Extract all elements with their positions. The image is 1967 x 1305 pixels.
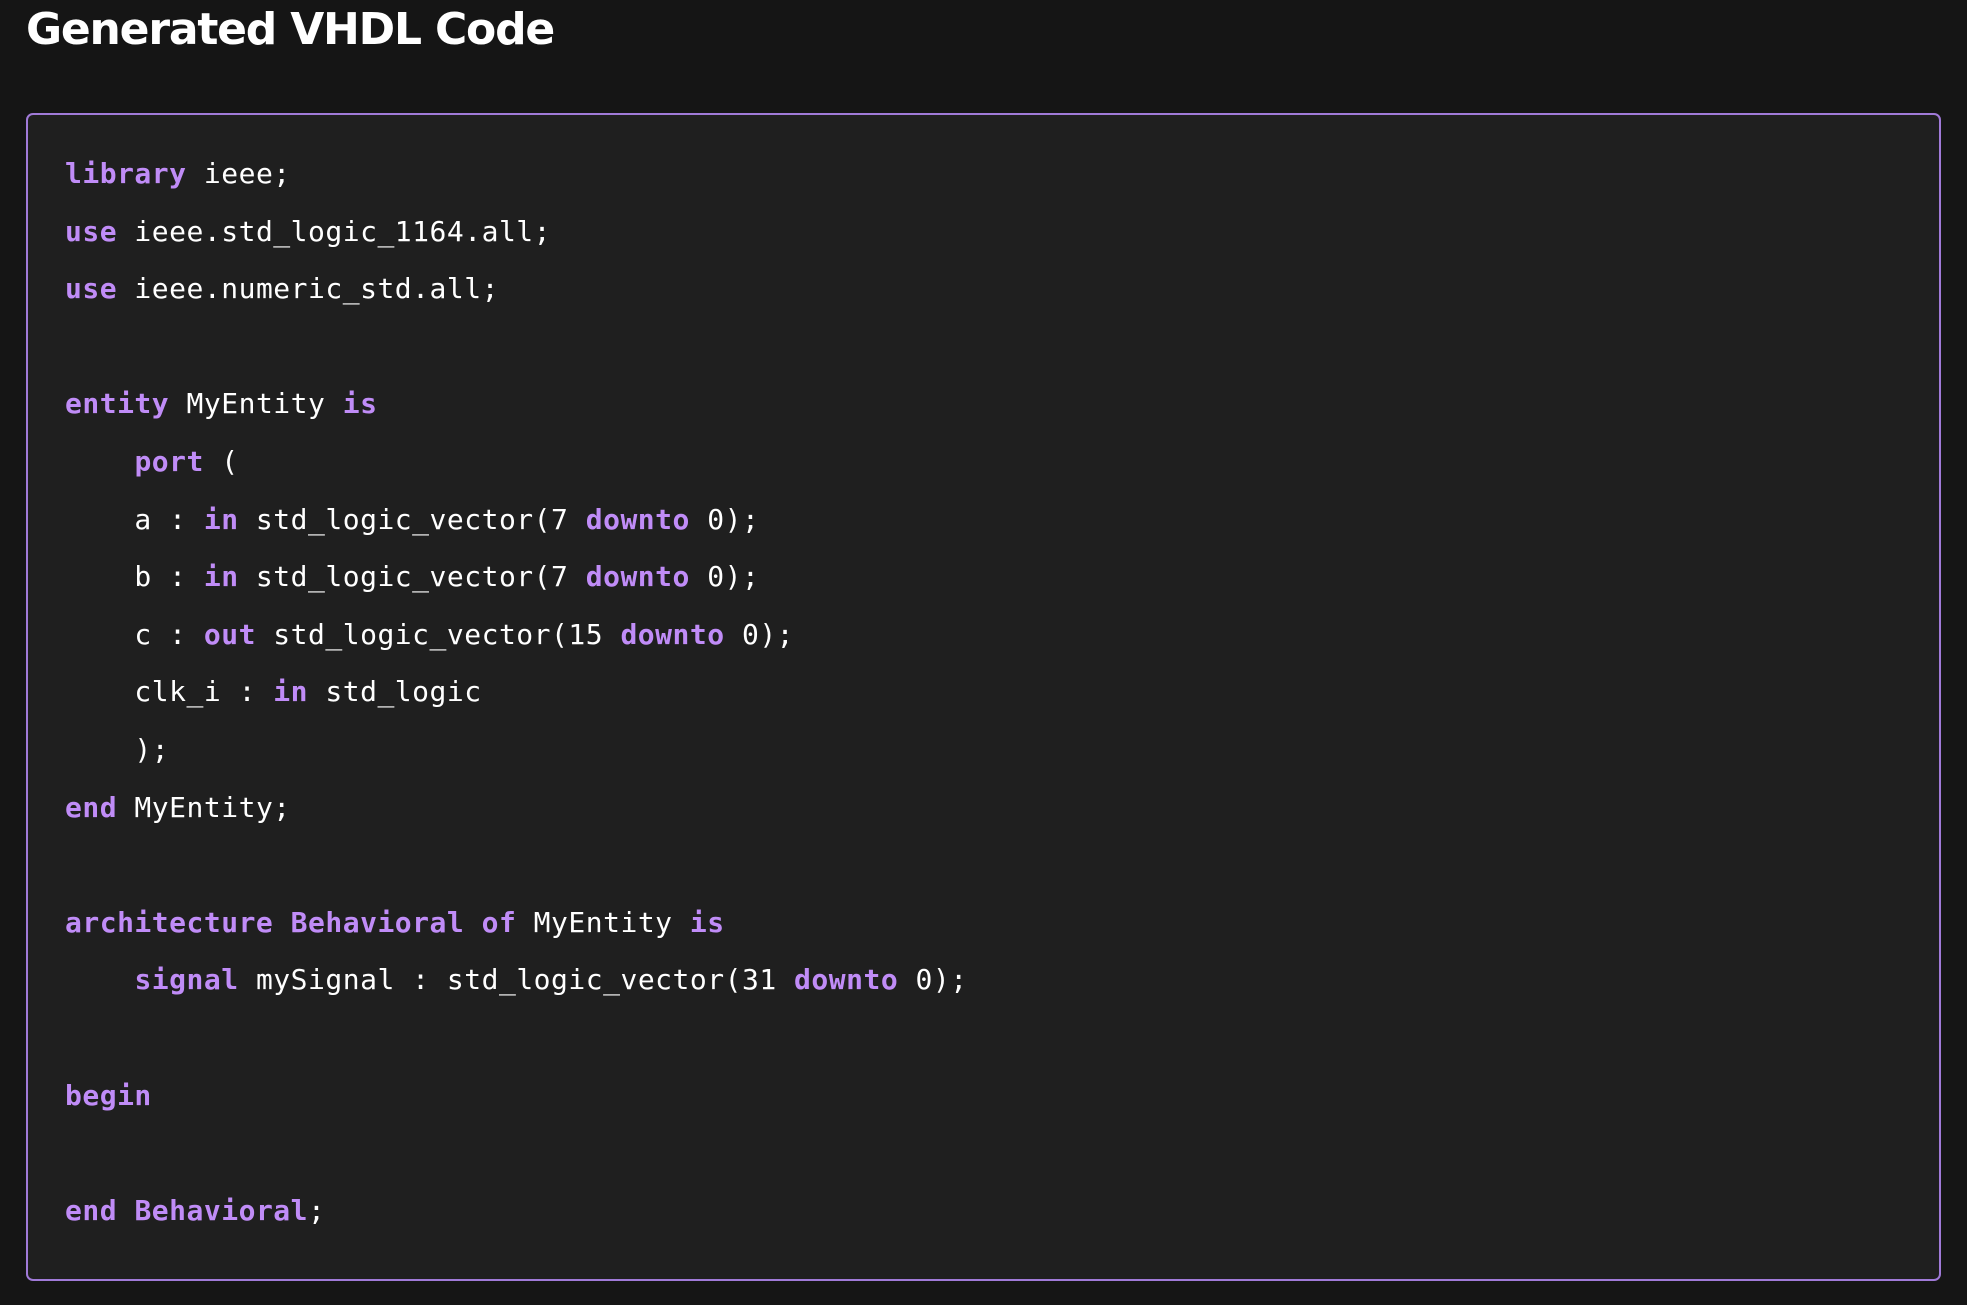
code-keyword: signal [134,963,239,997]
code-keyword: library [65,157,187,190]
code-text: std_logic_vector(7 [238,560,586,594]
code-line: library ieee; [65,145,968,203]
code-text: ( [203,444,239,478]
code-lines: library ieee; use ieee.std_logic_1164.all… [65,145,968,1239]
code-keyword: downto [585,502,690,536]
code-text: clk_i : [65,675,274,709]
code-text: ieee; [186,157,291,190]
code-keyword: entity [65,387,170,421]
code-keyword: port [134,444,204,478]
code-text: MyEntity [516,905,690,939]
code-text: mySignal : std_logic_vector(31 [238,963,795,997]
code-line: end Behavioral; [65,1182,968,1240]
code-keyword: architecture [65,905,274,939]
code-keyword: use [65,214,118,248]
code-keyword: downto [585,560,690,594]
code-text: 0); [689,560,760,594]
code-text: ); [65,732,170,766]
code-keyword: of [481,905,517,939]
code-keyword: is [689,905,725,939]
code-line: architecture Behavioral of MyEntity is [65,894,968,952]
code-keyword: begin [65,1078,152,1112]
code-keyword: in [203,502,239,536]
code-line: end MyEntity; [65,779,968,837]
code-line: clk_i : in std_logic [65,663,968,721]
code-line: use ieee.numeric_std.all; [65,260,968,318]
code-line: ); [65,721,968,779]
code-text: b : [65,560,204,594]
code-line: begin [65,1067,968,1125]
code-line: b : in std_logic_vector(7 downto 0); [65,548,968,606]
code-keyword: in [203,560,239,594]
code-keyword: use [65,272,118,306]
code-text: 0); [724,617,795,651]
code-keyword: out [203,617,256,651]
code-line: entity MyEntity is [65,375,968,433]
code-keyword: in [273,675,309,709]
code-text: ieee.std_logic_1164.all; [117,214,552,248]
code-text: std_logic_vector(15 [255,617,621,651]
code-text: a : [65,502,204,536]
code-line: port ( [65,433,968,491]
code-keyword: Behavioral [290,905,465,939]
code-keyword: downto [620,617,725,651]
code-keyword: end [65,1193,118,1227]
code-keyword: end [65,790,118,824]
code-keyword: is [342,387,378,421]
code-text: MyEntity [169,387,343,421]
code-line: a : in std_logic_vector(7 downto 0); [65,491,968,549]
code-text: std_logic [308,675,482,709]
code-keyword: downto [794,963,899,997]
page-title: Generated VHDL Code [26,4,555,55]
code-text: ; [308,1193,326,1227]
code-block[interactable]: library ieee; use ieee.std_logic_1164.all… [26,113,1941,1281]
code-line: signal mySignal : std_logic_vector(31 do… [65,951,968,1009]
code-text: 0); [898,963,968,997]
code-text: std_logic_vector(7 [238,502,586,536]
code-text: ieee.numeric_std.all; [117,272,499,306]
code-line: use ieee.std_logic_1164.all; [65,203,968,261]
code-line: c : out std_logic_vector(15 downto 0); [65,606,968,664]
code-text: c : [65,617,204,651]
code-keyword: Behavioral [134,1193,309,1227]
code-text: MyEntity; [117,790,291,824]
code-text: 0); [689,502,760,536]
